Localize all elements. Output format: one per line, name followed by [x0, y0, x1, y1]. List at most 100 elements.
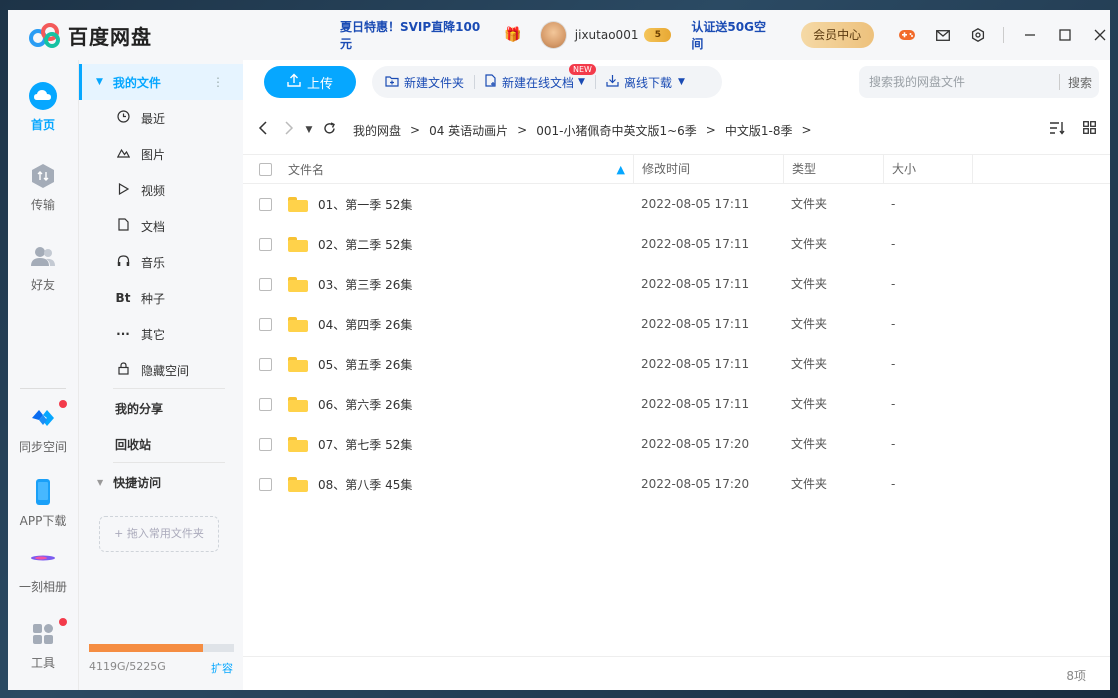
more-options-icon[interactable]: ⋮ [212, 75, 224, 89]
upload-button[interactable]: 上传 [264, 66, 356, 98]
header-size[interactable]: 大小 [883, 154, 973, 184]
gift-icon[interactable]: 🎁 [504, 27, 521, 43]
collapse-caret-icon[interactable]: ▼ [96, 77, 103, 87]
sidebar-item-documents[interactable]: 文档 [79, 208, 244, 244]
row-checkbox[interactable] [259, 477, 272, 491]
avatar[interactable] [539, 21, 567, 49]
download-icon [606, 74, 619, 90]
table-row[interactable]: 05、第五季 26集 2022-08-05 17:11 文件夹 - [243, 344, 1110, 384]
back-icon[interactable] [253, 121, 273, 139]
offline-download-button[interactable]: 离线下载 ▼ [606, 74, 685, 91]
header-modified-time[interactable]: 修改时间 [633, 154, 783, 184]
breadcrumb-separator: > [801, 123, 812, 137]
nav-tools[interactable]: 工具 [8, 618, 78, 671]
search-button[interactable]: 搜索 [1068, 74, 1092, 91]
nav-app-download[interactable]: APP下载 [8, 478, 78, 529]
new-doc-icon [485, 74, 497, 90]
sidebar-item-torrents[interactable]: Bt 种子 [79, 280, 244, 316]
sidebar-item-recent[interactable]: 最近 [79, 100, 244, 136]
row-checkbox[interactable] [259, 277, 272, 291]
modified-time: 2022-08-05 17:20 [641, 477, 750, 491]
file-size: - [891, 317, 896, 331]
breadcrumb-item[interactable]: 001-小猪佩奇中英文版1~6季 [536, 122, 697, 139]
sidebar-item-my-files[interactable]: ▼ 我的文件 ⋮ [79, 64, 244, 100]
history-dropdown-icon[interactable]: ▼ [299, 125, 319, 135]
select-all-checkbox[interactable] [259, 162, 272, 176]
file-name[interactable]: 06、第六季 26集 [318, 396, 412, 413]
header-name-label: 文件名 [288, 162, 325, 177]
header-type[interactable]: 类型 [783, 154, 883, 184]
sidebar-item-quick-access[interactable]: ▼ 快捷访问 [79, 464, 244, 500]
member-center-button[interactable]: 会员中心 [800, 22, 874, 48]
folder-icon [288, 436, 308, 452]
sidebar-item-hidden-space[interactable]: 隐藏空间 [79, 352, 244, 388]
table-row[interactable]: 03、第三季 26集 2022-08-05 17:11 文件夹 - [243, 264, 1110, 304]
table-row[interactable]: 01、第一季 52集 2022-08-05 17:11 文件夹 - [243, 184, 1110, 224]
sidebar-item-images[interactable]: 图片 [79, 136, 244, 172]
bt-icon: Bt [115, 291, 131, 305]
breadcrumb-item[interactable]: 04 英语动画片 [429, 122, 508, 139]
titlebar-divider [1003, 27, 1005, 43]
nav-album[interactable]: 一刻相册 [8, 544, 78, 595]
file-size: - [891, 397, 896, 411]
sort-icon[interactable] [1049, 121, 1065, 139]
close-icon[interactable] [1091, 25, 1110, 45]
gamepad-icon[interactable] [898, 25, 917, 45]
transfer-icon [29, 162, 57, 190]
settings-icon[interactable] [968, 25, 987, 45]
row-checkbox[interactable] [259, 397, 272, 411]
file-name[interactable]: 07、第七季 52集 [318, 436, 412, 453]
verify-link[interactable]: 认证送50G空间 [691, 18, 774, 52]
upload-icon [287, 73, 301, 91]
table-row[interactable]: 07、第七季 52集 2022-08-05 17:20 文件夹 - [243, 424, 1110, 464]
refresh-icon[interactable] [319, 121, 339, 139]
sidebar-item-videos[interactable]: 视频 [79, 172, 244, 208]
sidebar-divider [113, 462, 225, 463]
nav-sync-space[interactable]: 同步空间 [8, 400, 78, 455]
header-name[interactable]: 文件名 ▲ [288, 161, 633, 178]
expand-storage-link[interactable]: 扩容 [211, 660, 233, 676]
nav-friends[interactable]: 好友 [8, 242, 78, 293]
table-row[interactable]: 08、第八季 45集 2022-08-05 17:20 文件夹 - [243, 464, 1110, 504]
row-checkbox[interactable] [259, 317, 272, 331]
nav-transfer[interactable]: 传输 [8, 162, 78, 213]
file-name[interactable]: 05、第五季 26集 [318, 356, 412, 373]
tool-divider [594, 75, 596, 89]
forward-icon[interactable] [279, 121, 299, 139]
username[interactable]: jixutao001 [575, 28, 639, 42]
row-checkbox[interactable] [259, 237, 272, 251]
folder-icon [288, 476, 308, 492]
row-checkbox[interactable] [259, 437, 272, 451]
sidebar-item-other[interactable]: ··· 其它 [79, 316, 244, 352]
app-logo[interactable]: 百度网盘 [28, 21, 278, 50]
file-name[interactable]: 02、第二季 52集 [318, 236, 412, 253]
sidebar-item-music[interactable]: 音乐 [79, 244, 244, 280]
search-input[interactable] [869, 75, 1059, 89]
minimize-icon[interactable] [1020, 25, 1039, 45]
nav-home[interactable]: 首页 [8, 82, 78, 133]
row-checkbox[interactable] [259, 357, 272, 371]
grid-view-icon[interactable] [1083, 121, 1096, 139]
table-row[interactable]: 06、第六季 26集 2022-08-05 17:11 文件夹 - [243, 384, 1110, 424]
file-name[interactable]: 01、第一季 52集 [318, 196, 412, 213]
file-name[interactable]: 04、第四季 26集 [318, 316, 412, 333]
drop-folder-area[interactable]: + 拖入常用文件夹 [99, 516, 219, 552]
table-row[interactable]: 02、第二季 52集 2022-08-05 17:11 文件夹 - [243, 224, 1110, 264]
sidebar-item-recycle-bin[interactable]: 回收站 [79, 426, 244, 462]
maximize-icon[interactable] [1056, 25, 1075, 45]
new-folder-button[interactable]: 新建文件夹 [385, 74, 464, 91]
file-name[interactable]: 08、第八季 45集 [318, 476, 412, 493]
folder-icon [288, 316, 308, 332]
new-online-doc-button[interactable]: 新建在线文档 ▼ [485, 74, 585, 91]
breadcrumb-item-current[interactable]: 中文版1-8季 [725, 122, 793, 139]
more-icon: ··· [116, 327, 130, 341]
nav-app-download-label: APP下载 [19, 514, 67, 528]
sidebar-item-my-share[interactable]: 我的分享 [79, 390, 244, 426]
file-name[interactable]: 03、第三季 26集 [318, 276, 412, 293]
lock-icon [113, 362, 133, 378]
promo-link[interactable]: 夏日特惠！SVIP直降100元 [340, 18, 486, 52]
mail-icon[interactable] [933, 25, 952, 45]
row-checkbox[interactable] [259, 197, 272, 211]
table-row[interactable]: 04、第四季 26集 2022-08-05 17:11 文件夹 - [243, 304, 1110, 344]
breadcrumb-item[interactable]: 我的网盘 [353, 122, 401, 139]
